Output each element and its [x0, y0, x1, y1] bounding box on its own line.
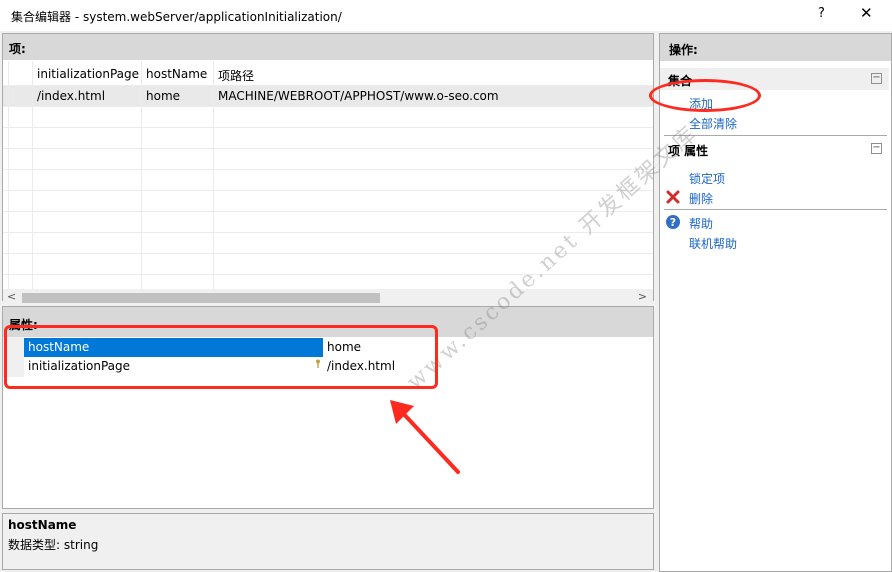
grid-line	[213, 61, 214, 289]
grid-header-row: initializationPage hostName 项路径	[3, 64, 653, 85]
description-name: hostName	[8, 518, 77, 532]
annotation-ellipse	[649, 79, 761, 112]
column-header-item-path[interactable]: 项路径	[214, 64, 254, 85]
scroll-right-icon[interactable]: >	[638, 290, 647, 303]
clear-all-link[interactable]: 全部清除	[689, 115, 737, 132]
help-link[interactable]: 帮助	[689, 215, 713, 232]
cell-item-path: MACHINE/WEBROOT/APPHOST/www.o-seo.com	[218, 89, 499, 103]
items-panel-header: 项:	[3, 34, 653, 60]
online-help-link[interactable]: 联机帮助	[689, 235, 737, 252]
cell-host-name: home	[146, 89, 181, 103]
grid-line	[3, 85, 653, 86]
actions-panel: 操作: 集合 − 添加 全部清除 项 属性 − 锁定项 删除 ? 帮助 联机帮助	[659, 33, 892, 572]
grid-line	[3, 211, 653, 212]
grid-line	[3, 274, 653, 275]
grid-line	[3, 169, 653, 170]
column-header-host-name[interactable]: hostName	[142, 64, 207, 85]
window-title: 集合编辑器 - system.webServer/applicationInit…	[11, 10, 342, 24]
scroll-thumb[interactable]	[22, 293, 380, 303]
scroll-left-icon[interactable]: <	[7, 290, 16, 303]
grid-line	[32, 61, 33, 289]
help-button[interactable]: ?	[818, 6, 825, 21]
column-header-initialization-page[interactable]: initializationPage	[33, 64, 139, 85]
grid-line	[3, 106, 653, 107]
description-type: 数据类型: string	[8, 538, 99, 552]
annotation-box	[4, 325, 438, 389]
grid-line	[3, 148, 653, 149]
lock-item-link[interactable]: 锁定项	[689, 170, 725, 187]
actions-header: 操作:	[660, 34, 891, 61]
delete-icon[interactable]	[665, 189, 681, 205]
close-button[interactable]: ✕	[860, 4, 873, 22]
grid-line	[3, 190, 653, 191]
table-row[interactable]: /index.html home MACHINE/WEBROOT/APPHOST…	[3, 86, 653, 107]
grid-line	[3, 127, 653, 128]
horizontal-scrollbar[interactable]: < >	[3, 289, 653, 306]
collapse-icon[interactable]: −	[871, 143, 882, 154]
description-panel: hostName 数据类型: string	[2, 513, 654, 570]
grid-line	[8, 61, 9, 289]
grid-line	[141, 61, 142, 289]
collapse-icon[interactable]: −	[871, 73, 882, 84]
cell-initialization-page: /index.html	[37, 89, 106, 103]
separator	[664, 209, 887, 210]
title-bar: 集合编辑器 - system.webServer/applicationInit…	[0, 0, 892, 31]
svg-text:?: ?	[670, 216, 676, 229]
annotation-arrow-icon	[390, 400, 460, 474]
help-icon[interactable]: ?	[665, 214, 681, 230]
delete-link[interactable]: 删除	[689, 190, 713, 207]
